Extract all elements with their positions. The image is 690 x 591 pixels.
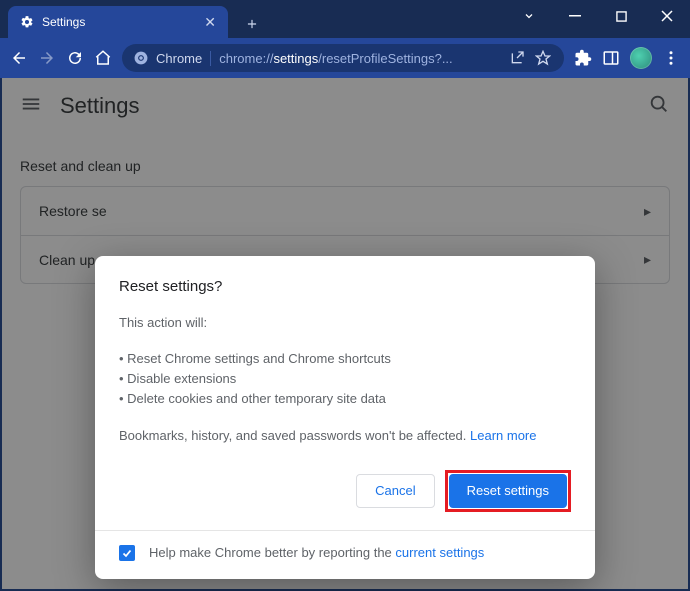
close-window-button[interactable] [644,0,690,32]
caret-down-icon[interactable] [506,0,552,32]
browser-toolbar: Chrome chrome://settings/resetProfileSet… [0,38,690,78]
dialog-footer: Help make Chrome better by reporting the… [95,530,595,579]
dialog-body: Reset settings? This action will: • Rese… [95,256,595,530]
tab-strip: Settings ✕ [0,0,266,38]
close-tab-icon[interactable]: ✕ [204,14,216,31]
maximize-button[interactable] [598,0,644,32]
minimize-button[interactable] [552,0,598,32]
sidepanel-icon[interactable] [602,49,620,67]
report-checkbox[interactable] [119,545,135,561]
omnibox-product-label: Chrome [156,51,211,66]
bookmark-star-icon[interactable] [534,49,552,67]
dialog-buttons: Cancel Reset settings [119,470,571,512]
reset-settings-button[interactable]: Reset settings [449,474,567,508]
extensions-icon[interactable] [574,49,592,67]
highlight-annotation: Reset settings [445,470,571,512]
dialog-bullets: • Reset Chrome settings and Chrome short… [119,349,571,409]
page-content: Settings Reset and clean up Restore se ▸… [2,78,688,589]
new-tab-button[interactable] [238,10,266,38]
learn-more-link[interactable]: Learn more [470,428,536,443]
share-icon[interactable] [508,49,526,67]
kebab-menu-icon[interactable] [662,49,680,67]
reset-settings-dialog: Reset settings? This action will: • Rese… [95,256,595,579]
window-controls [506,0,690,32]
tab-title: Settings [42,15,196,29]
profile-avatar[interactable] [630,47,652,69]
bullet: • Reset Chrome settings and Chrome short… [119,349,571,369]
reload-button[interactable] [66,49,84,67]
omnibox-url: chrome://settings/resetProfileSettings?.… [219,51,500,66]
omnibox[interactable]: Chrome chrome://settings/resetProfileSet… [122,44,564,72]
chrome-icon [134,51,148,65]
browser-tab-settings[interactable]: Settings ✕ [8,6,228,38]
dialog-note: Bookmarks, history, and saved passwords … [119,426,571,446]
cancel-button[interactable]: Cancel [356,474,434,508]
bullet: • Disable extensions [119,369,571,389]
current-settings-link[interactable]: current settings [395,545,484,560]
forward-button[interactable] [38,49,56,67]
footer-text: Help make Chrome better by reporting the… [149,545,484,560]
dialog-title: Reset settings? [119,278,571,295]
gear-icon [20,15,34,29]
back-button[interactable] [10,49,28,67]
home-button[interactable] [94,49,112,67]
bullet: • Delete cookies and other temporary sit… [119,389,571,409]
window-titlebar: Settings ✕ [0,0,690,38]
dialog-intro: This action will: [119,313,571,333]
